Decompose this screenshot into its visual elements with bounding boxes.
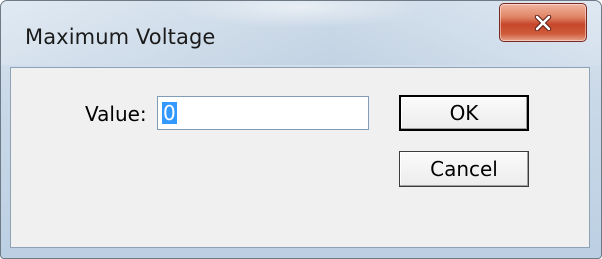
value-input[interactable]: 0 (157, 96, 369, 130)
dialog-window: Maximum Voltage Value: 0 OK Cancel (0, 0, 602, 259)
value-input-text: 0 (162, 101, 177, 125)
dialog-content: Value: 0 OK Cancel (10, 67, 590, 248)
window-title: Maximum Voltage (25, 25, 216, 49)
close-icon (534, 14, 552, 31)
ok-button[interactable]: OK (399, 95, 529, 131)
cancel-button[interactable]: Cancel (399, 151, 529, 187)
title-bar[interactable]: Maximum Voltage (1, 1, 601, 63)
value-label: Value: (85, 102, 147, 126)
close-button[interactable] (499, 3, 587, 42)
